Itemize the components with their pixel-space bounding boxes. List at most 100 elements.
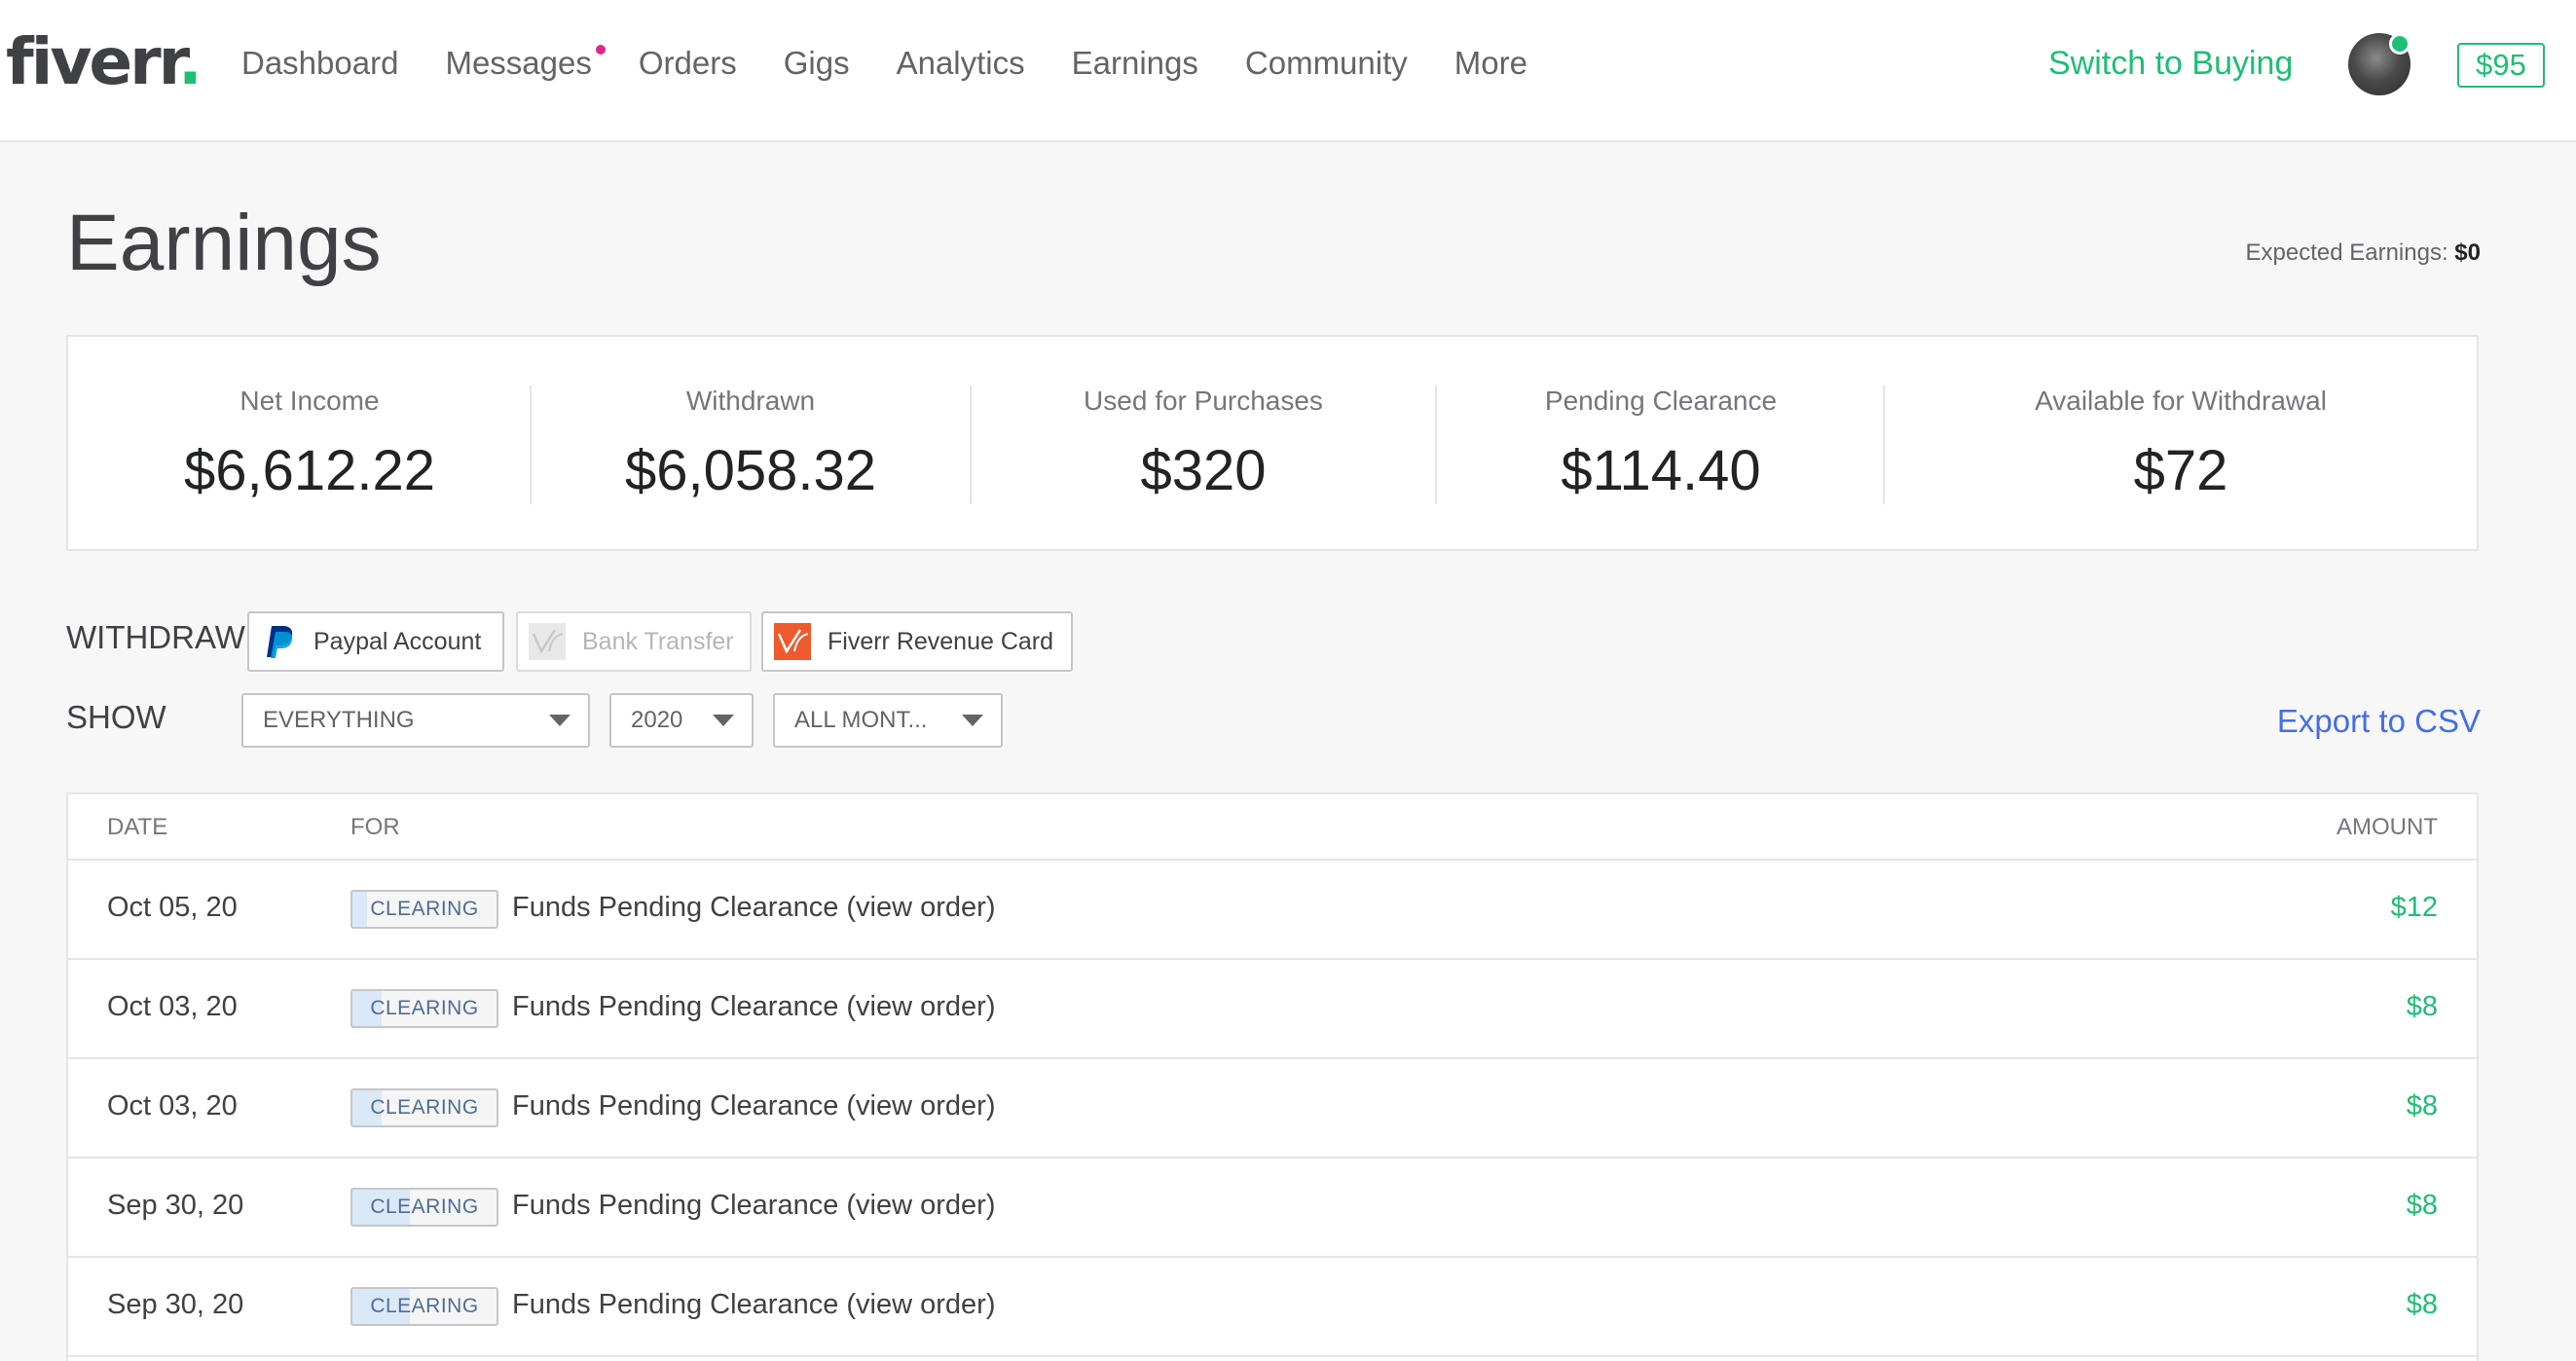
balance-badge[interactable]: $95 [2457, 43, 2545, 88]
status-badge: CLEARING [350, 1088, 498, 1127]
row-date: Oct 05, 20 [107, 892, 238, 923]
row-description-end: ) [985, 1190, 996, 1221]
row-amount: $8 [2406, 991, 2438, 1022]
paypal-icon [267, 626, 293, 658]
nav-analytics[interactable]: Analytics [897, 35, 1025, 92]
show-label: SHOW [66, 699, 166, 735]
paypal-account-button[interactable]: Paypal Account [247, 611, 504, 672]
main-nav: Dashboard Messages Orders Gigs Analytics… [241, 35, 1574, 92]
row-description-text: Funds Pending Clearance ( [512, 1289, 857, 1320]
nav-messages-label: Messages [445, 45, 592, 81]
row-amount: $8 [2406, 1289, 2438, 1320]
stat-label: Pending Clearance [1544, 386, 1778, 416]
stat-pending-clearance: Pending Clearance $114.40 [1437, 337, 1885, 549]
row-amount: $8 [2406, 1090, 2438, 1122]
expected-earnings-label: Expected Earnings: [2245, 239, 2455, 266]
withdraw-label: WITHDRAW [66, 619, 245, 655]
stat-label: Net Income [239, 386, 380, 416]
row-amount: $8 [2406, 1190, 2438, 1221]
nav-messages[interactable]: Messages [445, 35, 606, 92]
unread-dot-icon [595, 45, 606, 55]
earnings-summary-card: Net Income $6,612.22 Withdrawn $6,058.32… [66, 335, 2479, 551]
stat-label: Withdrawn [685, 386, 816, 416]
column-header-date: DATE [107, 814, 168, 840]
transaction-type-select[interactable]: EVERYTHING [241, 693, 590, 748]
status-badge-label: CLEARING [370, 1096, 479, 1119]
status-badge: CLEARING [350, 989, 498, 1028]
table-row: Sep 30, 20 CLEARING Funds Pending Clearanc… [68, 1258, 2477, 1357]
table-row: Oct 03, 20 CLEARING Funds Pending Clearanc… [68, 960, 2477, 1059]
row-description-end: ) [985, 991, 996, 1022]
row-description: Funds Pending Clearance (view order) [512, 1090, 996, 1122]
stat-label: Available for Withdrawal [2035, 386, 2327, 416]
nav-gigs[interactable]: Gigs [784, 35, 850, 92]
row-description-end: ) [985, 892, 996, 923]
page-title: Earnings [66, 199, 382, 287]
fiverr-logo[interactable]: fiverr. [6, 23, 202, 101]
export-csv-link[interactable]: Export to CSV [2277, 697, 2481, 746]
nav-orders[interactable]: Orders [639, 35, 737, 92]
row-description: Funds Pending Clearance (view order) [512, 1289, 996, 1321]
view-order-link[interactable]: view order [856, 1090, 986, 1122]
status-badge: CLEARING [350, 1287, 498, 1326]
stat-value: $320 [1140, 439, 1267, 502]
stat-available-for-withdrawal: Available for Withdrawal $72 [1885, 337, 2477, 549]
bank-transfer-button[interactable]: Bank Transfer [516, 611, 752, 672]
stat-value: $6,058.32 [624, 439, 877, 502]
online-status-icon [2389, 33, 2410, 55]
table-row: Oct 03, 20 CLEARING Funds Pending Clearanc… [68, 1059, 2477, 1159]
view-order-link[interactable]: view order [856, 991, 986, 1022]
row-description-end: ) [985, 1090, 996, 1122]
chevron-down-icon [549, 715, 570, 726]
row-amount: $12 [2390, 892, 2438, 923]
year-select[interactable]: 2020 [609, 693, 754, 748]
view-order-link[interactable]: view order [856, 892, 986, 923]
stat-net-income: Net Income $6,612.22 [68, 337, 551, 549]
fiverr-revenue-card-label: Fiverr Revenue Card [828, 627, 1054, 655]
bank-transfer-icon [529, 623, 566, 660]
status-badge-label: CLEARING [370, 997, 479, 1019]
nav-community[interactable]: Community [1245, 35, 1408, 92]
row-description-text: Funds Pending Clearance ( [512, 991, 857, 1022]
row-description-text: Funds Pending Clearance ( [512, 1190, 857, 1221]
stat-value: $114.40 [1561, 439, 1761, 502]
nav-dashboard[interactable]: Dashboard [241, 35, 398, 92]
row-date: Oct 03, 20 [107, 991, 238, 1022]
view-order-link[interactable]: view order [856, 1190, 986, 1221]
status-badge: CLEARING [350, 890, 498, 929]
logo-text: fiverr [6, 24, 181, 99]
status-badge-label: CLEARING [370, 1295, 479, 1317]
revenue-card-icon [774, 623, 811, 660]
row-description-text: Funds Pending Clearance ( [512, 1090, 857, 1122]
row-description: Funds Pending Clearance (view order) [512, 991, 996, 1023]
chevron-down-icon [962, 715, 983, 726]
table-row: Oct 05, 20 CLEARING Funds Pending Clearanc… [68, 861, 2477, 960]
view-order-link[interactable]: view order [856, 1289, 986, 1320]
stat-used-for-purchases: Used for Purchases $320 [972, 337, 1435, 549]
status-badge-label: CLEARING [370, 1195, 479, 1218]
row-date: Sep 30, 20 [107, 1190, 244, 1221]
transactions-table: DATE FOR AMOUNT Oct 05, 20 CLEARING Funds … [66, 792, 2479, 1361]
chevron-down-icon [713, 715, 734, 726]
avatar[interactable] [2348, 33, 2410, 95]
row-description-text: Funds Pending Clearance ( [512, 892, 857, 923]
fiverr-revenue-card-button[interactable]: Fiverr Revenue Card [761, 611, 1073, 672]
nav-more[interactable]: More [1454, 35, 1527, 92]
row-description: Funds Pending Clearance (view order) [512, 1190, 996, 1222]
month-select[interactable]: ALL MONT... [773, 693, 1003, 748]
stat-withdrawn: Withdrawn $6,058.32 [532, 337, 970, 549]
switch-to-buying-link[interactable]: Switch to Buying [2048, 35, 2293, 92]
nav-earnings[interactable]: Earnings [1072, 35, 1198, 92]
expected-earnings-value: $0 [2454, 239, 2481, 266]
column-header-amount: AMOUNT [2337, 814, 2438, 840]
top-navigation-bar: fiverr. Dashboard Messages Orders Gigs A… [0, 0, 2576, 142]
stat-value: $72 [2133, 439, 2228, 502]
year-value: 2020 [631, 707, 683, 733]
column-header-for: FOR [350, 814, 400, 840]
month-value: ALL MONT... [794, 707, 928, 733]
row-description-end: ) [985, 1289, 996, 1320]
logo-dot: . [177, 24, 202, 99]
row-date: Sep 30, 20 [107, 1289, 244, 1320]
stat-label: Used for Purchases [1084, 386, 1323, 416]
paypal-account-label: Paypal Account [313, 627, 482, 655]
